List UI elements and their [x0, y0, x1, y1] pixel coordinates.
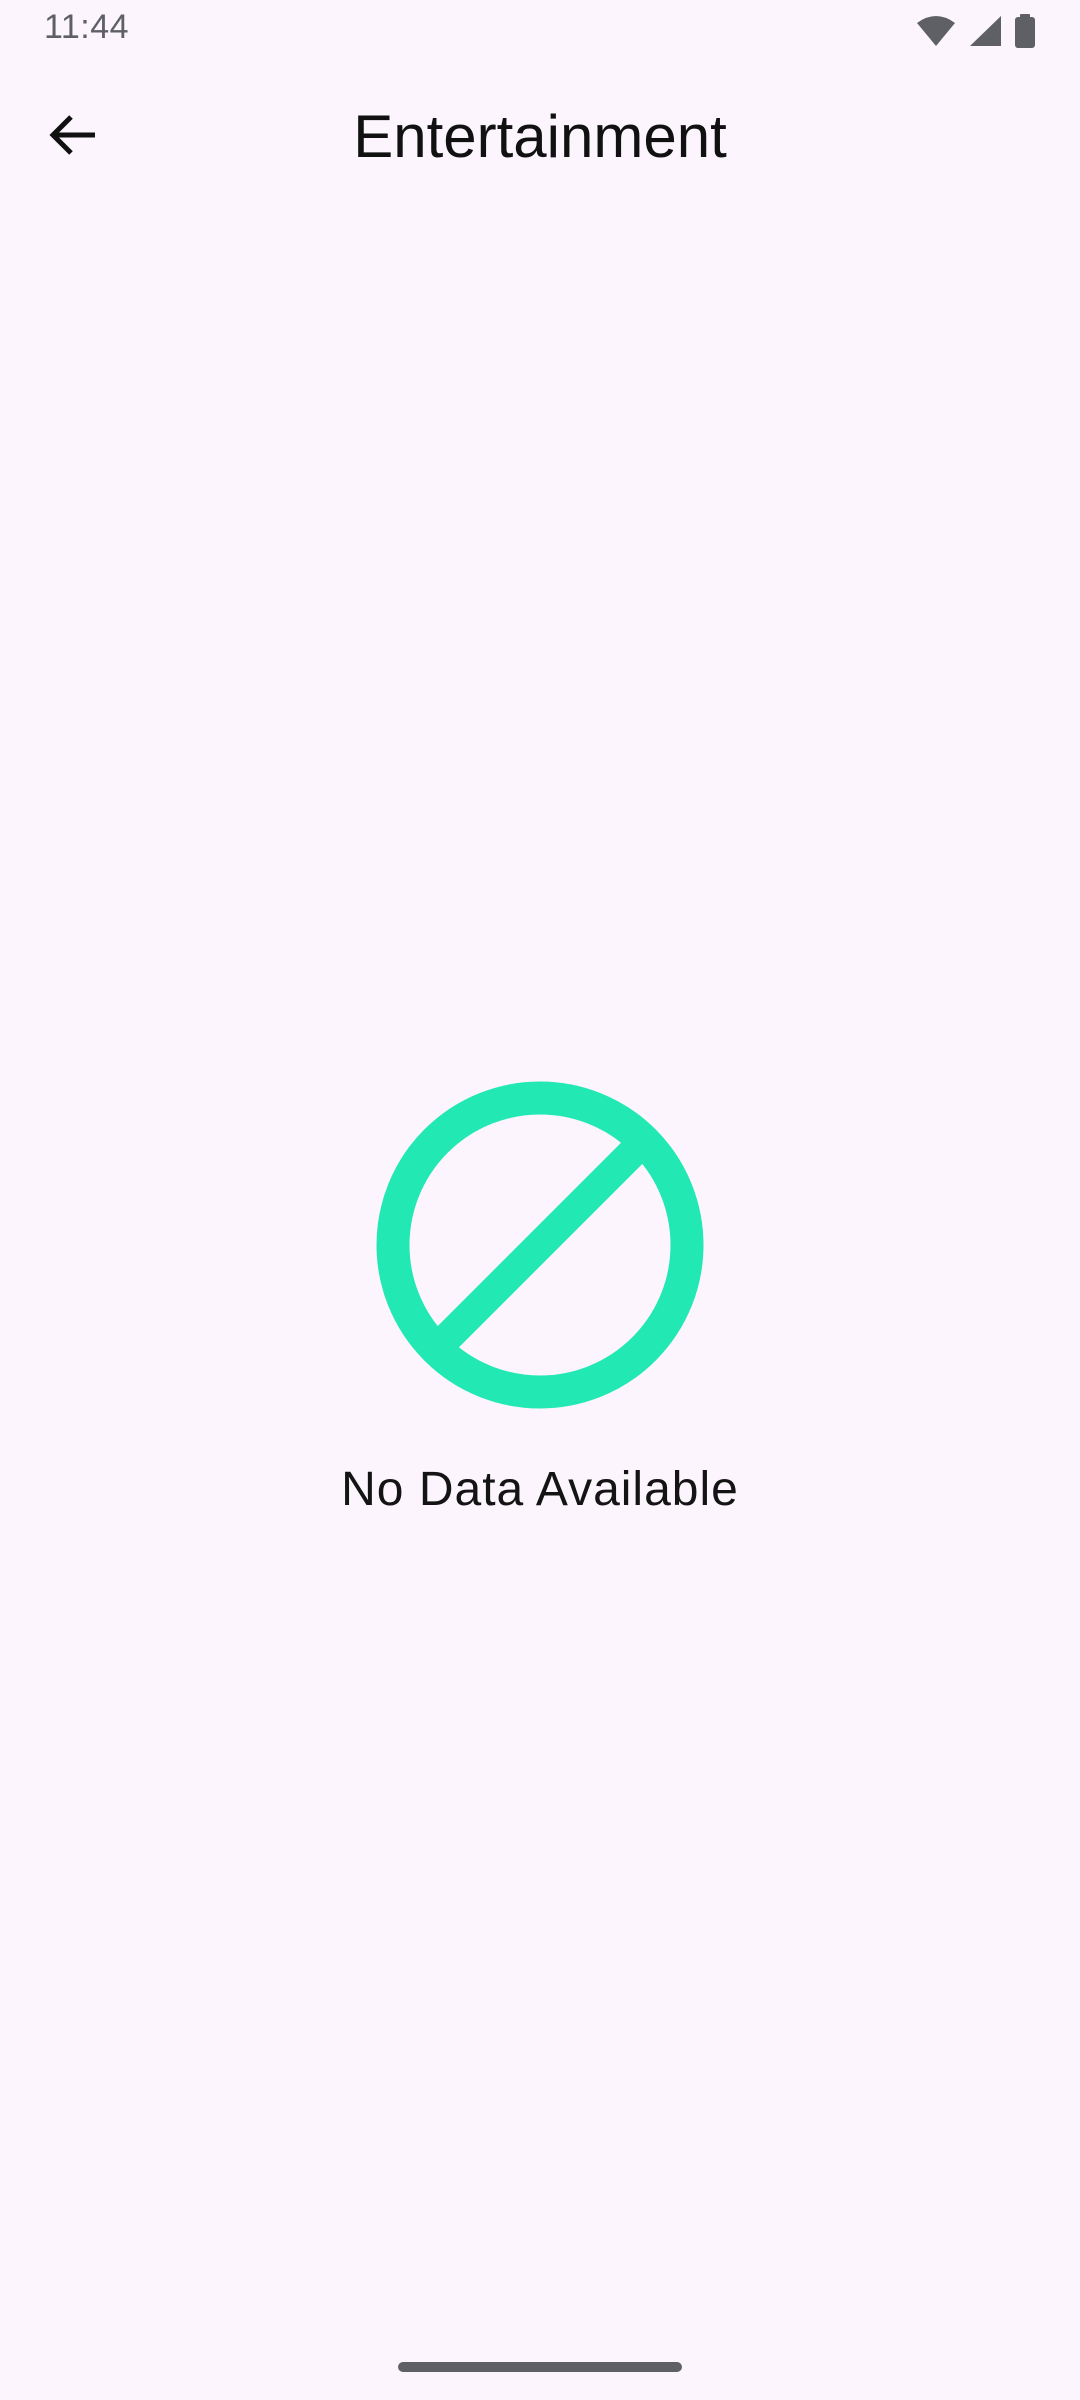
app-bar: Entertainment [0, 72, 1080, 202]
no-data-prohibited-icon [375, 1080, 705, 1410]
battery-icon [1014, 14, 1036, 48]
cellular-signal-icon [968, 15, 1002, 47]
gesture-navigation-bar[interactable] [398, 2362, 682, 2372]
status-time: 11:44 [44, 8, 130, 46]
page-title: Entertainment [353, 103, 727, 170]
empty-state-message: No Data Available [341, 1463, 739, 1516]
empty-state: No Data Available [0, 1080, 1080, 1517]
status-bar: 11:44 [0, 0, 1080, 62]
status-icons [916, 14, 1036, 48]
wifi-icon [916, 15, 956, 47]
